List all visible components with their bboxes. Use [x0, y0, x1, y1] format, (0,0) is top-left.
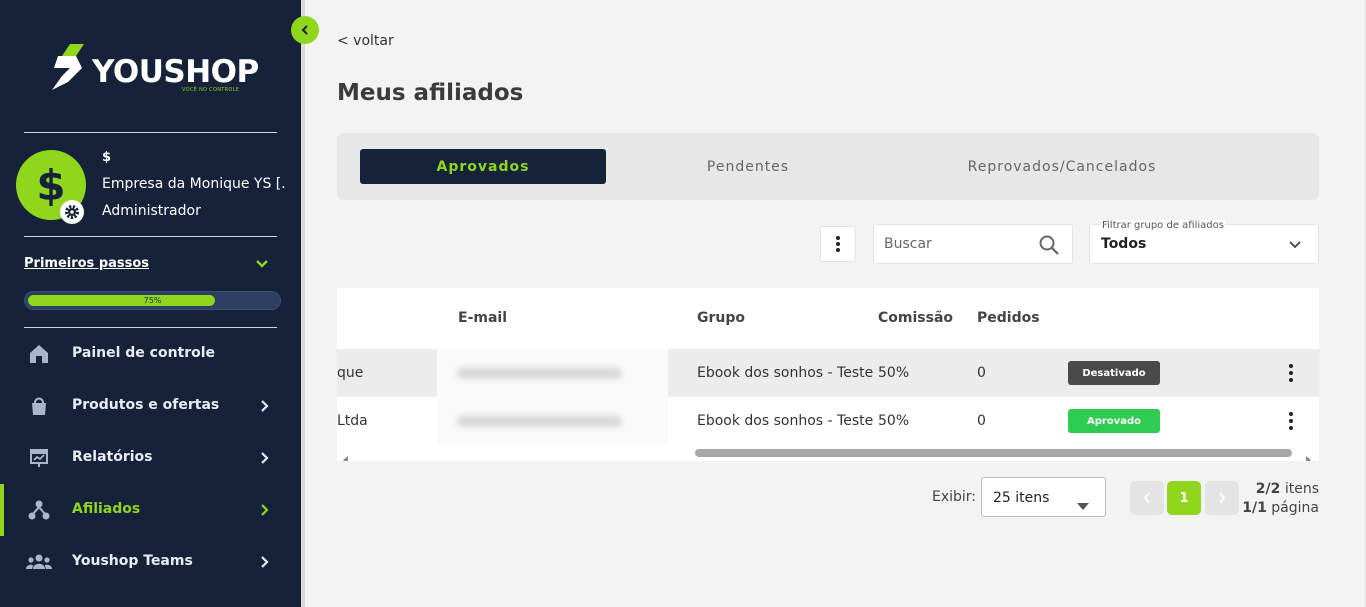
scroll-right-arrow-icon[interactable] — [1304, 449, 1312, 461]
logo-mark-icon — [52, 44, 84, 90]
nav-label: Youshop Teams — [72, 553, 193, 569]
report-icon — [26, 446, 52, 470]
team-icon — [26, 550, 52, 574]
table-row[interactable]: que Ebook dos sonhos - Teste 50% 0 Desat… — [337, 349, 1319, 397]
affiliates-table: E-mail Grupo Comissão Pedidos que Ebook … — [337, 288, 1319, 461]
chevron-right-icon — [258, 502, 272, 522]
app-window: YOUSHOP VOCÊ NO CONTROLE $ $ Empresa da … — [0, 0, 1366, 607]
user-role: Administrador — [102, 203, 201, 219]
table-horizontal-scrollbar[interactable] — [337, 445, 1319, 461]
back-link[interactable]: < voltar — [337, 33, 394, 49]
filter-value: Todos — [1101, 236, 1147, 252]
chevron-down-icon[interactable] — [254, 256, 270, 276]
sidebar: YOUSHOP VOCÊ NO CONTROLE $ $ Empresa da … — [0, 0, 301, 607]
column-header-pedidos: Pedidos — [977, 310, 1040, 326]
affiliate-orders: 0 — [977, 365, 986, 381]
bag-icon — [26, 394, 52, 418]
scroll-left-arrow-icon[interactable] — [342, 449, 350, 461]
user-symbol: $ — [102, 150, 112, 165]
items-label: itens — [1284, 481, 1319, 497]
filter-label: Filtrar grupo de afiliados — [1101, 220, 1225, 231]
sidebar-scrollbar[interactable] — [301, 0, 305, 607]
svg-text:$: $ — [36, 162, 65, 208]
blurred-email — [457, 367, 622, 379]
page-size-select[interactable]: 25 itens — [981, 477, 1106, 517]
affiliate-name: que — [337, 365, 364, 381]
affiliate-commission: 50% — [878, 413, 910, 429]
tab-aprovados[interactable]: Aprovados — [360, 149, 606, 184]
chevron-left-icon — [1143, 492, 1150, 504]
user-company: Empresa da Monique YS [... — [102, 176, 287, 192]
nav-item-relatorios[interactable]: Relatórios — [0, 432, 301, 484]
page-title: Meus afiliados — [337, 80, 524, 106]
nav-label: Painel de controle — [72, 345, 216, 361]
nav-item-afiliados[interactable]: Afiliados — [0, 484, 301, 536]
divider — [24, 236, 277, 237]
previous-page-button[interactable] — [1130, 481, 1164, 515]
status-badge: Aprovado — [1068, 409, 1160, 433]
caret-down-icon — [1077, 495, 1089, 514]
page-1-button[interactable]: 1 — [1167, 481, 1201, 515]
chevron-right-icon — [258, 398, 272, 418]
affiliate-group: Ebook dos sonhos - Teste — [697, 413, 874, 429]
dollar-icon: $ — [36, 162, 65, 208]
house-icon — [26, 342, 52, 366]
status-badge: Desativado — [1068, 361, 1160, 385]
chevron-right-icon — [258, 554, 272, 574]
email-cell-blurred — [437, 349, 668, 397]
chevron-left-icon — [301, 25, 308, 35]
search-icon[interactable] — [1038, 234, 1060, 260]
youshop-logo[interactable]: YOUSHOP VOCÊ NO CONTROLE — [48, 42, 259, 98]
chevron-right-icon — [258, 450, 272, 470]
affiliate-name: Ltda — [337, 413, 368, 429]
email-cell-blurred — [437, 397, 668, 445]
nav-label: Relatórios — [72, 449, 153, 465]
affiliates-icon — [26, 498, 52, 522]
search-input[interactable] — [884, 234, 1034, 254]
logo-text: YOUSHOP — [92, 54, 259, 90]
page-label: página — [1271, 500, 1319, 516]
affiliate-group: Ebook dos sonhos - Teste — [697, 365, 874, 381]
next-page-button[interactable] — [1205, 481, 1239, 515]
table-row[interactable]: Ltda Ebook dos sonhos - Teste 50% 0 Apro… — [337, 397, 1319, 445]
row-menu-icon[interactable] — [1287, 411, 1295, 435]
divider — [24, 132, 277, 133]
affiliate-orders: 0 — [977, 413, 986, 429]
status-tabs: Aprovados Pendentes Reprovados/Cancelado… — [337, 133, 1319, 200]
row-menu-icon[interactable] — [1287, 363, 1295, 387]
more-options-button[interactable] — [820, 226, 856, 262]
column-header-comissao: Comissão — [878, 310, 954, 326]
chevron-right-icon — [1219, 492, 1226, 504]
kebab-icon — [836, 236, 840, 252]
chevron-down-icon — [1287, 237, 1303, 257]
page-size-label: Exibir: — [932, 489, 977, 505]
nav-item-teams[interactable]: Youshop Teams — [0, 536, 301, 588]
scrollbar-thumb[interactable] — [695, 449, 1292, 457]
column-header-email: E-mail — [458, 310, 508, 326]
logo-tagline: VOCÊ NO CONTROLE — [182, 87, 240, 93]
tab-pendentes[interactable]: Pendentes — [623, 149, 873, 184]
nav-item-painel[interactable]: Painel de controle — [0, 328, 301, 380]
first-steps-link[interactable]: Primeiros passos — [24, 256, 149, 271]
nav-item-produtos[interactable]: Produtos e ofertas — [0, 380, 301, 432]
search-box — [873, 224, 1073, 264]
page-size-value: 25 itens — [993, 490, 1050, 506]
pagination-info: 2/2 itens 1/1 página — [1240, 480, 1319, 518]
progress-label: 75% — [143, 296, 162, 305]
page-count: 1/1 — [1242, 500, 1267, 516]
blurred-email — [457, 415, 622, 427]
nav-label: Afiliados — [72, 501, 141, 517]
tab-reprovados-cancelados[interactable]: Reprovados/Cancelados — [897, 149, 1227, 184]
collapse-sidebar-button[interactable] — [291, 16, 319, 44]
first-steps-progress: 75% — [24, 291, 281, 310]
items-count: 2/2 — [1255, 481, 1281, 497]
nav-label: Produtos e ofertas — [72, 397, 220, 413]
affiliate-commission: 50% — [878, 365, 910, 381]
settings-gear-icon[interactable] — [60, 200, 84, 224]
column-header-grupo: Grupo — [697, 310, 746, 326]
affiliate-group-filter[interactable]: Filtrar grupo de afiliados Todos — [1089, 220, 1319, 264]
